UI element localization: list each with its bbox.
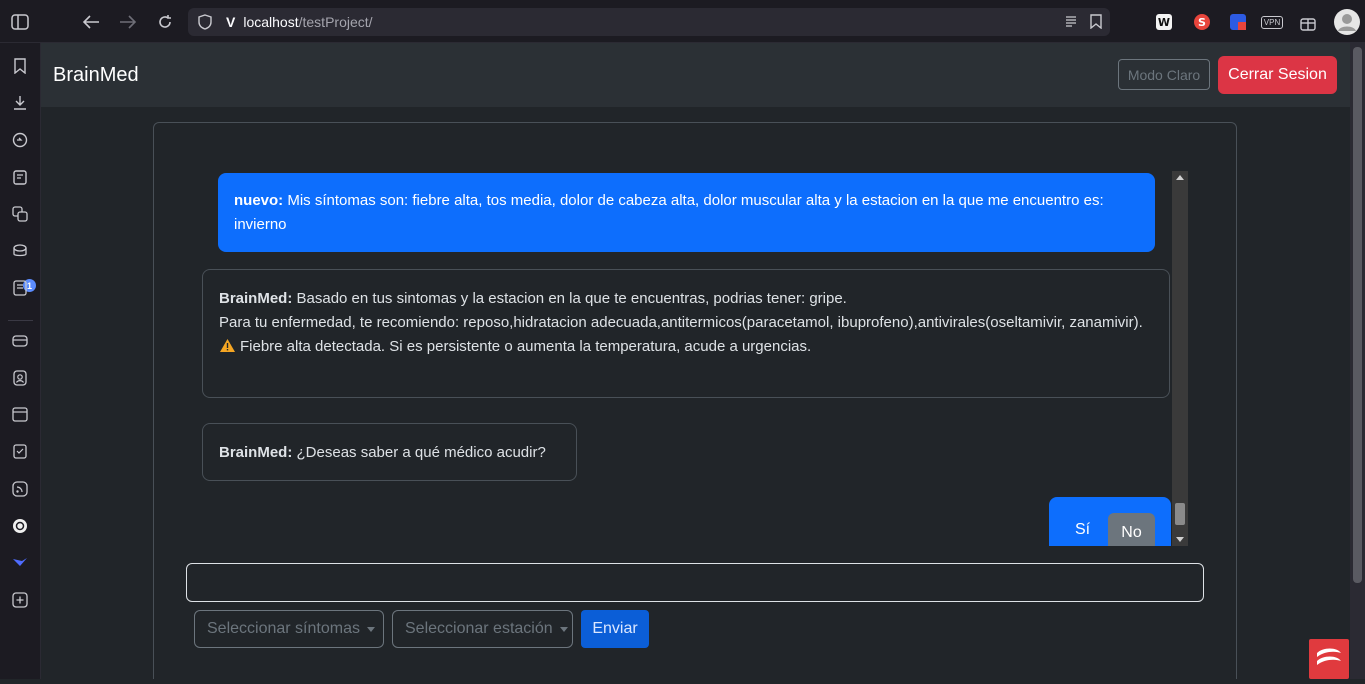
bot-message: BrainMed: ¿Deseas saber a qué médico acu… [202,423,577,481]
reading-list-icon[interactable] [9,277,31,299]
recommendation-text: Para tu enfermedad, te recomiendo: repos… [219,314,1143,331]
bot-message: BrainMed: Basado en tus sintomas y la es… [202,269,1170,398]
app-brand[interactable]: BrainMed [53,64,139,87]
extension-w-icon[interactable]: W [1153,11,1175,33]
contacts-icon[interactable] [9,367,31,389]
browser-sidebar: 1 [0,43,41,679]
page-scroll-thumb[interactable] [1353,47,1362,583]
page-scrollbar[interactable] [1350,43,1365,679]
sidebar-toggle-icon[interactable] [9,11,31,33]
browser-toolbar: V localhost/testProject/ W S VPN [0,0,1365,43]
url-path: /testProject/ [298,14,373,30]
user-message: nuevo: Mis síntomas son: fiebre alta, to… [218,173,1155,252]
warning-text: Fiebre alta detectada. Si es persistente… [240,338,812,355]
choice-message: Sí No [1049,497,1171,546]
url-host: localhost [243,14,299,30]
warning-icon [219,338,236,355]
back-icon[interactable] [80,11,102,33]
mail-icon[interactable] [9,330,31,352]
chat-scrollbar[interactable] [1172,171,1188,546]
feeds-icon[interactable] [9,478,31,500]
light-mode-button[interactable]: Modo Claro [1118,59,1210,90]
reader-mode-icon[interactable] [1064,14,1078,31]
scroll-down-icon[interactable] [1176,537,1184,542]
downloads-icon[interactable] [9,92,31,114]
site-favicon-icon: V [226,14,236,30]
bookmarks-icon[interactable] [9,55,31,77]
message-author: BrainMed: [219,290,293,307]
tasks-icon[interactable] [9,440,31,462]
page-content: BrainMed Modo Claro Cerrar Sesion nuevo:… [41,43,1350,679]
mail-stack-icon[interactable] [9,240,31,262]
message-author: nuevo: [234,192,284,209]
account-avatar-icon[interactable] [1333,8,1360,35]
message-input[interactable] [186,563,1204,602]
url-bar[interactable]: V localhost/testProject/ [188,8,1110,36]
add-panel-icon[interactable] [9,589,31,611]
calendar-icon[interactable] [9,403,31,425]
app-navbar: BrainMed Modo Claro Cerrar Sesion [41,43,1350,107]
symptoms-dropdown-label: Seleccionar síntomas [207,620,360,637]
send-button[interactable]: Enviar [581,610,649,648]
scroll-thumb[interactable] [1175,503,1185,525]
sidebar-divider [8,320,33,321]
scroll-up-icon[interactable] [1176,175,1184,180]
extension-s-icon[interactable]: S [1191,11,1213,33]
svg-text:W: W [1158,16,1170,29]
notes-icon[interactable] [9,166,31,188]
extension-shield-icon[interactable] [1227,11,1249,33]
bookmark-star-icon[interactable] [1090,14,1102,32]
translate-icon[interactable] [9,203,31,225]
logout-button[interactable]: Cerrar Sesion [1218,56,1337,94]
symptoms-dropdown[interactable]: Seleccionar síntomas [194,610,384,648]
reload-icon[interactable] [154,11,176,33]
season-dropdown-label: Seleccionar estación [405,620,553,637]
vpn-label: VPN [1260,15,1284,29]
no-button[interactable]: No [1108,513,1155,546]
history-icon[interactable] [9,129,31,151]
bird-icon[interactable] [9,552,31,574]
app-logo-icon[interactable] [1309,639,1349,679]
vpn-icon[interactable]: VPN [1258,11,1286,33]
caret-down-icon [366,626,375,632]
season-dropdown[interactable]: Seleccionar estación [392,610,573,648]
message-author: BrainMed: [219,444,293,461]
svg-text:S: S [1198,16,1206,29]
yes-button[interactable]: Sí [1075,521,1090,539]
message-text: Mis síntomas son: fiebre alta, tos media… [234,192,1104,233]
chat-window[interactable]: nuevo: Mis síntomas son: fiebre alta, to… [202,171,1236,546]
gift-icon[interactable] [1297,11,1319,33]
forward-icon[interactable] [117,11,139,33]
chat-card: nuevo: Mis síntomas son: fiebre alta, to… [153,122,1237,679]
diagnosis-text: Basado en tus sintomas y la estacion en … [292,290,847,307]
shield-icon[interactable] [198,14,214,30]
chatgpt-icon[interactable] [9,515,31,537]
caret-down-icon [559,626,568,632]
question-text: ¿Deseas saber a qué médico acudir? [292,444,546,461]
